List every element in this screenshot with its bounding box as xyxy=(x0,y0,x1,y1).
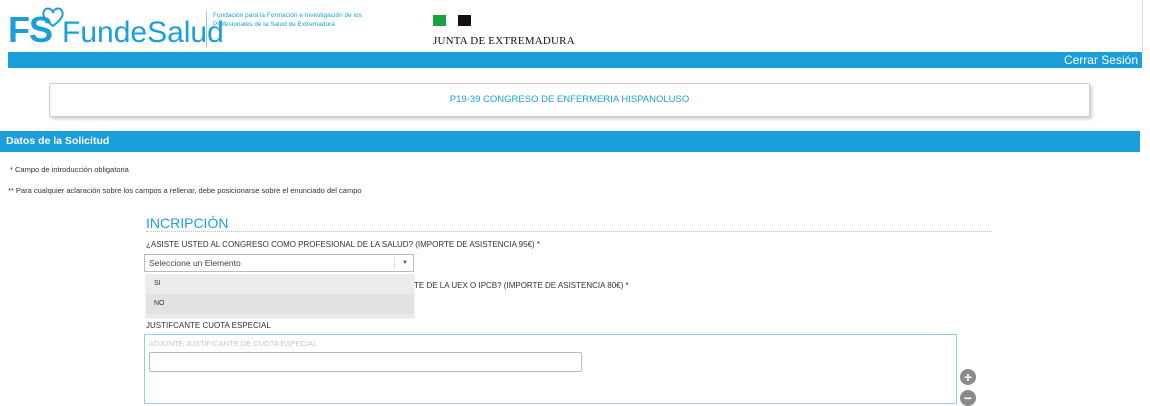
attachment-input[interactable] xyxy=(149,352,582,372)
dropdown-option-no[interactable]: NO xyxy=(146,294,414,314)
junta-flag-black xyxy=(458,15,471,26)
plus-icon[interactable]: + xyxy=(960,369,976,385)
attachment-box: ADJUNTE JUSTIFICANTE DE CUOTA ESPECIAL xyxy=(144,334,957,404)
minus-icon[interactable]: − xyxy=(960,390,976,406)
justificante-label[interactable]: JUSTIFCANTE CUOTA ESPECIAL xyxy=(146,321,271,330)
junta-flag-green xyxy=(433,15,446,26)
logout-link[interactable]: Cerrar Sesión xyxy=(1064,52,1142,68)
dropdown-option-si[interactable]: SI xyxy=(146,274,414,294)
heading-divider xyxy=(146,231,992,232)
logo-subtitle: Fundación para la Formación e Investigac… xyxy=(206,11,386,47)
chevron-down-icon[interactable]: ▼ xyxy=(402,255,408,272)
section-header-bar: Datos de la Solicitud xyxy=(0,131,1140,152)
section-title: Datos de la Solicitud xyxy=(6,135,110,147)
q1-dropdown-list: SI NO xyxy=(146,274,414,317)
attachment-placeholder: ADJUNTE JUSTIFICANTE DE CUOTA ESPECIAL xyxy=(149,339,318,348)
page-edge-divider xyxy=(1142,0,1143,52)
select-separator xyxy=(394,257,395,270)
event-title: P19-39 CONGRESO DE ENFERMERIA HISPANOLUS… xyxy=(449,94,690,105)
q1-select[interactable]: Seleccione un Elemento ▼ xyxy=(144,254,414,272)
required-field-note: * Campo de introducción obligatoria xyxy=(10,165,129,174)
form-section-heading: INCRIPCIÓN xyxy=(146,215,229,231)
event-title-box: P19-39 CONGRESO DE ENFERMERIA HISPANOLUS… xyxy=(49,83,1090,117)
top-nav-bar: Cerrar Sesión xyxy=(8,52,1142,68)
q2-label[interactable]: TE DE LA UEX O IPCB? (IMPORTE DE ASISTEN… xyxy=(414,281,629,290)
q1-label[interactable]: ¿ASISTE USTED AL CONGRESO COMO PROFESION… xyxy=(146,240,540,249)
junta-logo-text: JUNTA DE EXTREMADURA xyxy=(433,35,575,47)
help-note: ** Para cualquier aclaración sobre los c… xyxy=(8,186,362,195)
logo-name: FundeSalud xyxy=(62,16,224,49)
q1-select-value: Seleccione un Elemento xyxy=(149,258,241,268)
